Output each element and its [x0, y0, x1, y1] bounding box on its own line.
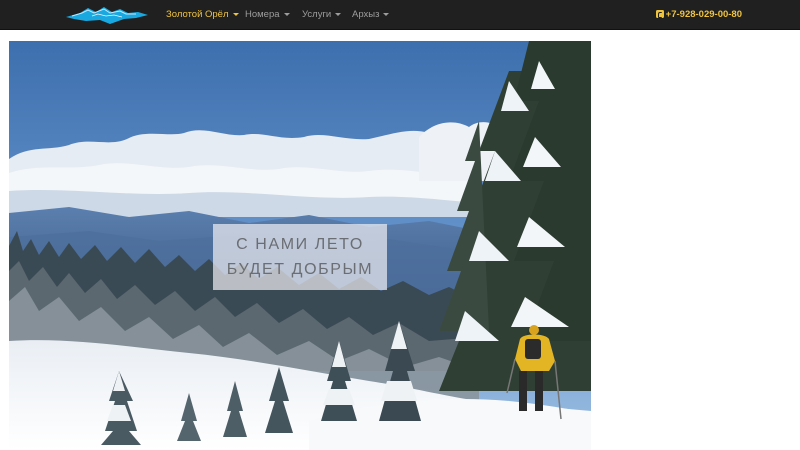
hero-caption: С НАМИ ЛЕТО БУДЕТ ДОБРЫМ [213, 224, 387, 290]
nav-item-rooms[interactable]: Номера [245, 0, 290, 30]
nav-item-label: Номера [245, 9, 280, 20]
nav-item-label: Золотой Орёл [166, 9, 229, 20]
hero-caption-line-1: С НАМИ ЛЕТО [236, 236, 364, 253]
phone-link[interactable]: +7-928-029-00-80 [655, 0, 742, 30]
caret-down-icon [283, 13, 290, 16]
phone-square-icon [655, 10, 664, 18]
mountain-logo-icon[interactable] [66, 4, 148, 26]
nav-item-golden-eagle[interactable]: Золотой Орёл [166, 0, 239, 30]
caret-down-icon [383, 13, 390, 16]
phone-number: +7-928-029-00-80 [665, 9, 742, 20]
caret-down-icon [335, 13, 342, 16]
caret-down-icon [232, 13, 239, 16]
nav-item-arkhyz[interactable]: Архыз [352, 0, 390, 30]
hero-caption-line-2: БУДЕТ ДОБРЫМ [226, 261, 374, 278]
top-navbar: Золотой Орёл Номера Услуги Архыз +7-928-… [0, 0, 800, 30]
nav-item-label: Архыз [352, 9, 380, 20]
nav-item-label: Услуги [302, 9, 332, 20]
nav-item-services[interactable]: Услуги [302, 0, 342, 30]
hero-image: С НАМИ ЛЕТО БУДЕТ ДОБРЫМ [9, 41, 591, 450]
